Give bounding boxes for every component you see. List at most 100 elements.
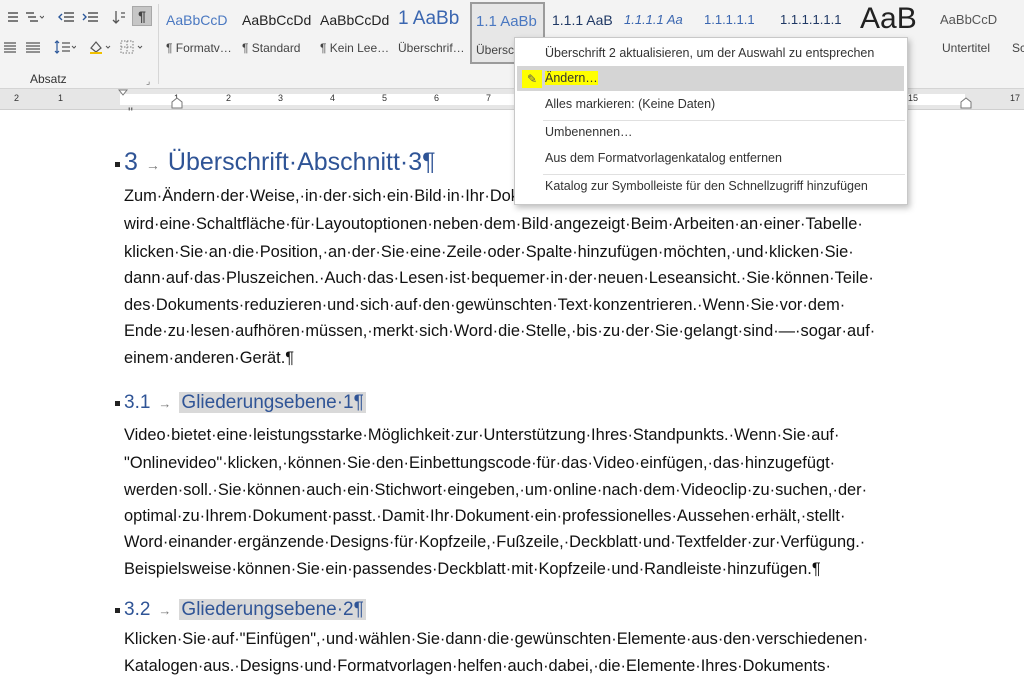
- heading-3-2[interactable]: 3.2 → Gliederungsebene·2¶: [124, 599, 366, 621]
- paint-bucket-icon: [90, 41, 111, 54]
- style-standard[interactable]: AaBbCcDd ¶ Standard: [238, 2, 316, 62]
- heading-number: 3.2: [124, 599, 151, 620]
- body-line: optimal·zu·Ihrem·Dokument·passt.·Damit·I…: [124, 507, 846, 525]
- menu-item-label: Ändern…: [545, 71, 598, 85]
- line-spacing-icon: [54, 40, 76, 54]
- menu-item-rename[interactable]: Umbenennen…: [545, 125, 633, 139]
- align-justify-icon: [4, 42, 16, 53]
- pilcrow-icon: ¶: [138, 8, 146, 24]
- ruler-number: 5: [382, 93, 388, 103]
- style-name: Sc: [1012, 41, 1024, 55]
- body-line: werden·soll.·Sie·können·auch·ein·Stichwo…: [124, 481, 868, 499]
- style-preview: 1.1.1 AaB: [552, 12, 613, 28]
- ruler-number: 4: [330, 93, 336, 103]
- body-line: des·Dokuments·reduzieren·und·sich·auf·de…: [124, 296, 846, 314]
- body-line: "Onlinevideo"·klicken,·können·Sie·den·Ei…: [124, 454, 836, 472]
- justify-button[interactable]: [2, 37, 18, 57]
- ruler-number: 15: [908, 93, 919, 103]
- style-untertitel[interactable]: AaBbCcD Untertitel: [936, 2, 1012, 62]
- heading-number: 3.1: [124, 392, 151, 413]
- distributed-button[interactable]: [24, 37, 42, 57]
- paragraph-group-label: Absatz: [30, 72, 67, 86]
- style-preview: 1.1.1.1.1.1: [780, 12, 842, 27]
- body-line: wird·eine·Schaltfläche·für·Layoutoptione…: [124, 215, 863, 233]
- sort-icon: [112, 11, 125, 24]
- style-preview: AaBbCcDd: [242, 12, 312, 28]
- group-separator: [158, 4, 159, 84]
- style-preview: AaBbCcD: [166, 12, 228, 28]
- body-line: Beispielsweise·können·Sie·ein·passendes·…: [124, 560, 821, 578]
- style-kein-leerraum[interactable]: AaBbCcDd ¶ Kein Lee…: [316, 2, 394, 62]
- decrease-indent-button[interactable]: [56, 7, 76, 27]
- body-line: Word·einander·ergänzende·Designs·für·Kop…: [124, 533, 866, 551]
- tab-arrow-icon: →: [158, 603, 172, 618]
- body-line: Video·bietet·eine·leistungsstarke·Möglic…: [124, 426, 840, 444]
- style-name: ¶ Formatv…: [166, 41, 232, 55]
- style-schwache-hervorhebung[interactable]: Sc: [1008, 2, 1024, 62]
- show-formatting-marks-button[interactable]: ¶: [132, 6, 152, 26]
- body-line: Klicken·Sie·auf·"Einfügen",·und·wählen·S…: [124, 630, 869, 648]
- decrease-indent-icon: [58, 12, 74, 22]
- body-line: Ende·zu·lesen·aufhören·müssen,·merkt·sic…: [124, 322, 876, 340]
- body-line: einem·anderen·Gerät.¶: [124, 349, 295, 367]
- style-preview: AaBbCcD: [940, 12, 998, 27]
- ruler-number: 7: [486, 93, 492, 103]
- heading-3-1[interactable]: 3.1 → Gliederungsebene·1¶: [124, 392, 366, 414]
- style-preview: 1.1.1.1.1: [704, 12, 755, 27]
- line-spacing-button[interactable]: [52, 37, 78, 57]
- body-line: klicken·Sie·an·die·Position,·an·der·Sie·…: [124, 243, 854, 261]
- borders-button[interactable]: [118, 37, 146, 57]
- menu-item-select-all[interactable]: Alles markieren: (Keine Daten): [545, 97, 715, 111]
- style-name: Untertitel: [942, 41, 991, 55]
- style-preview: AaB: [860, 2, 917, 35]
- menu-item-add-to-quick-access[interactable]: Katalog zur Symbolleiste für den Schnell…: [545, 179, 868, 193]
- multilevel-list-button[interactable]: [22, 7, 46, 27]
- heading-bullet: [115, 162, 120, 167]
- ruler-number: 6: [434, 93, 440, 103]
- increase-indent-button[interactable]: [80, 7, 100, 27]
- style-preview: 1.1.1.1 Aa: [624, 12, 683, 27]
- ruler-number: 2: [226, 93, 232, 103]
- shading-button[interactable]: [86, 37, 114, 57]
- style-name: ¶ Kein Lee…: [320, 41, 390, 55]
- hanging-indent-marker[interactable]: [171, 97, 183, 109]
- ruler-number: 17: [1010, 93, 1021, 103]
- style-context-menu: Überschrift 2 aktualisieren, um der Ausw…: [514, 37, 908, 205]
- heading-bullet: [115, 608, 120, 613]
- heading-3[interactable]: 3 → Überschrift·Abschnitt·3¶: [124, 148, 436, 177]
- style-preview: AaBbCcDd: [320, 12, 390, 28]
- menu-separator: [543, 174, 905, 175]
- numbering-button[interactable]: [2, 7, 20, 27]
- heading-text: Gliederungsebene·1¶: [179, 392, 366, 413]
- ruler-number: 3: [278, 93, 284, 103]
- borders-icon: [120, 40, 143, 54]
- menu-item-modify[interactable]: Ändern…: [545, 71, 598, 85]
- sort-button[interactable]: [110, 7, 128, 27]
- heading-number: 3: [124, 148, 138, 176]
- pencil-icon: ✎: [522, 70, 542, 88]
- style-name: Überschrif…: [398, 41, 465, 55]
- multilevel-list-icon: [26, 12, 44, 22]
- increase-indent-icon: [82, 12, 98, 22]
- body-line: Katalogen·aus.·Designs·und·Formatvorlage…: [124, 657, 831, 675]
- first-line-indent-marker[interactable]: [118, 89, 128, 109]
- align-distributed-icon: [26, 42, 40, 53]
- menu-item-remove-from-gallery[interactable]: Aus dem Formatvorlagenkatalog entfernen: [545, 151, 782, 165]
- style-ueberschrift-1[interactable]: 1 AaBb Überschrif…: [394, 2, 468, 62]
- heading-bullet: [115, 401, 120, 406]
- menu-separator: [543, 120, 905, 121]
- heading-text: Gliederungsebene·2¶: [179, 599, 366, 620]
- menu-item-update-heading[interactable]: Überschrift 2 aktualisieren, um der Ausw…: [545, 46, 874, 60]
- heading-text: Überschrift·Abschnitt·3¶: [167, 148, 436, 176]
- style-formatvorlage[interactable]: AaBbCcD ¶ Formatv…: [162, 2, 238, 62]
- ruler-number: 2: [14, 93, 20, 103]
- numbered-list-icon: [8, 12, 18, 22]
- style-name: ¶ Standard: [242, 41, 301, 55]
- tab-arrow-icon: →: [145, 157, 160, 173]
- dialog-launcher-icon[interactable]: ⌟: [146, 76, 150, 87]
- quote-mark: ": [128, 104, 133, 120]
- ruler-number: 1: [58, 93, 64, 103]
- right-indent-marker[interactable]: [960, 97, 972, 109]
- body-line: dann·auf·das·Pluszeichen.·Auch·das·Lesen…: [124, 269, 874, 287]
- tab-arrow-icon: →: [158, 396, 172, 411]
